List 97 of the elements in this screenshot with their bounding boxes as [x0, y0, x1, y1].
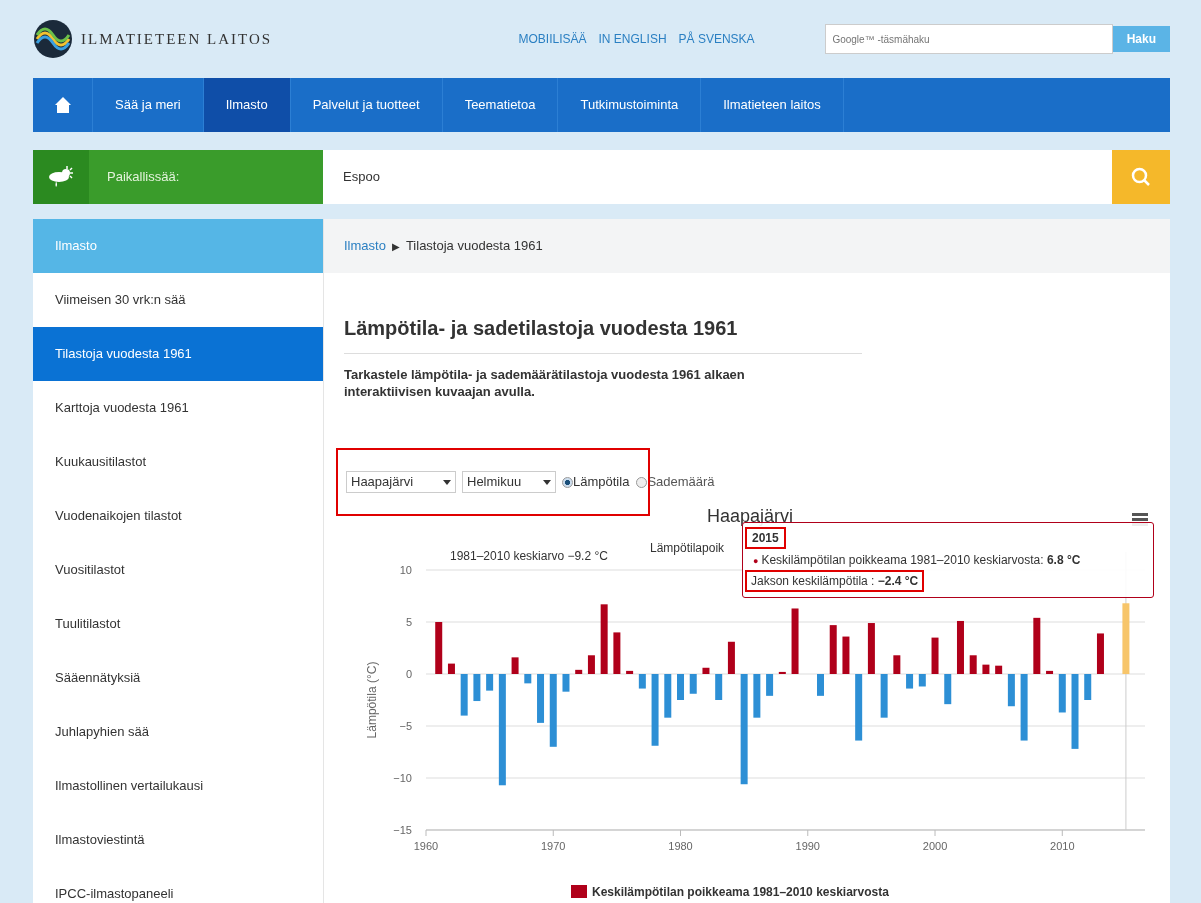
bar[interactable] — [435, 622, 443, 674]
axis-title: Lämpötila (°C) — [365, 661, 379, 739]
bar[interactable] — [473, 674, 481, 702]
bar[interactable] — [638, 674, 646, 689]
breadcrumb-current: Tilastoja vuodesta 1961 — [405, 237, 543, 256]
bar[interactable] — [613, 632, 621, 674]
weather-icon — [47, 165, 75, 189]
bar[interactable] — [931, 637, 939, 674]
bar[interactable] — [537, 674, 545, 723]
sidebar-item[interactable]: IPCC-ilmastopaneeli — [33, 867, 323, 903]
bar[interactable] — [766, 674, 774, 696]
bar[interactable] — [1046, 670, 1054, 674]
chart-subtitle: Lämpötilapoik — [650, 541, 725, 555]
local-weather-label: Paikallissää: — [89, 150, 323, 204]
bar[interactable] — [587, 655, 595, 674]
language-link[interactable]: PÅ SVENSKA — [678, 32, 755, 47]
bar[interactable] — [626, 670, 634, 674]
axis-tick-label: 10 — [399, 564, 412, 576]
bar[interactable] — [867, 623, 875, 674]
home-icon — [53, 96, 72, 114]
nav-tab[interactable]: Teematietoa — [442, 78, 559, 132]
tooltip-series-line: ● Keskilämpötilan poikkeama 1981–2010 keskiarvosta: 6.8 °C — [752, 552, 1082, 569]
bar[interactable] — [842, 636, 850, 674]
sidebar-item[interactable]: Kuukausitilastot — [33, 435, 323, 489]
caret-icon — [543, 479, 551, 485]
bar[interactable] — [1096, 633, 1104, 674]
bar[interactable] — [944, 674, 952, 705]
bar[interactable] — [906, 674, 914, 689]
bar[interactable] — [982, 664, 990, 674]
sidebar-item[interactable]: Juhlapyhien sää — [33, 705, 323, 759]
average-label: 1981–2010 keskiarvo −9.2 °C — [450, 549, 608, 563]
bar[interactable] — [715, 674, 723, 700]
tooltip-title: 2015 — [747, 529, 784, 547]
bar[interactable] — [1007, 674, 1015, 707]
caret-icon — [443, 479, 451, 485]
bar[interactable] — [702, 667, 710, 674]
sidebar-item[interactable]: Sääennätyksiä — [33, 651, 323, 705]
axis-tick-label: 1970 — [541, 840, 566, 852]
bar[interactable] — [1033, 617, 1041, 674]
tooltip-period-line: Jakson keskilämpötila : −2.4 °C — [747, 572, 923, 590]
bar[interactable] — [575, 669, 583, 674]
breadcrumb-separator: ▶ — [391, 239, 400, 254]
sidebar-item[interactable]: Tilastoja vuodesta 1961 — [33, 327, 323, 381]
sidebar-item[interactable]: Vuositilastot — [33, 543, 323, 597]
chart-title: Haapajärvi — [707, 506, 793, 526]
axis-tick-label: 1990 — [795, 840, 820, 852]
bar[interactable] — [498, 674, 506, 786]
bar[interactable] — [791, 608, 799, 674]
axis-tick-label: −5 — [399, 720, 412, 732]
legend-item[interactable]: Keskilämpötilan poikkeama 1981–2010 keskiarvosta — [571, 885, 889, 899]
sidebar-item[interactable]: Karttoja vuodesta 1961 — [33, 381, 323, 435]
axis-tick-label: 1980 — [668, 840, 693, 852]
location-field[interactable]: Espoo — [323, 150, 1112, 204]
nav-tab[interactable]: Tutkimustoiminta — [558, 78, 702, 132]
nav-tab[interactable]: Palvelut ja tuotteet — [290, 78, 443, 132]
search-field[interactable]: Google™ -täsmähaku — [825, 24, 1113, 54]
axis-tick-label: −10 — [393, 772, 412, 784]
nav-tab[interactable]: Sää ja meri — [93, 78, 204, 132]
axis-tick-label: 2000 — [922, 840, 948, 852]
bar[interactable] — [829, 625, 837, 674]
bar[interactable] — [969, 655, 977, 674]
bar[interactable] — [511, 657, 519, 674]
breadcrumb-link[interactable]: Ilmasto — [344, 236, 386, 256]
sidebar-item[interactable]: Ilmastollinen vertailukausi — [33, 759, 323, 813]
bar[interactable] — [995, 665, 1003, 674]
bar[interactable] — [855, 674, 863, 741]
radio-option[interactable]: Sademäärä — [636, 472, 715, 492]
dropdown[interactable]: Haapajärvi — [346, 471, 456, 493]
language-link[interactable]: MOBIILISÄÄ — [518, 32, 587, 47]
dropdown[interactable]: Helmikuu — [462, 471, 556, 493]
bar[interactable] — [918, 674, 926, 687]
intro-text: Tarkastele lämpötila- ja sademäärätilastoja vuodesta 1961 alkaen interaktiivisen kuvaajan avulla. — [344, 366, 746, 400]
sidebar-item[interactable]: Tuulitilastot — [33, 597, 323, 651]
sidebar-item[interactable]: Viimeisen 30 vrk:n sää — [33, 273, 323, 327]
bar[interactable] — [893, 655, 901, 674]
bar[interactable] — [600, 604, 608, 674]
logo-icon[interactable] — [33, 19, 73, 59]
page-title: Lämpötila- ja sadetilastoja vuodesta 1961 — [344, 313, 862, 354]
radio-option[interactable]: Lämpötila — [562, 472, 630, 492]
bar[interactable] — [727, 641, 735, 674]
axis-tick-label: 0 — [405, 668, 412, 680]
axis-tick-label: 1960 — [413, 840, 439, 852]
bar[interactable] — [778, 671, 786, 674]
nav-tab[interactable]: Ilmatieteen laitos — [701, 78, 844, 132]
bar[interactable] — [1058, 674, 1066, 713]
axis-tick-label: −15 — [393, 824, 412, 836]
bar[interactable] — [486, 674, 494, 691]
sidebar-item[interactable]: Ilmastoviestintä — [33, 813, 323, 867]
search-button[interactable] — [1112, 150, 1170, 204]
axis-tick-label: 2010 — [1050, 840, 1075, 852]
nav-tab[interactable]: Ilmasto — [203, 78, 291, 132]
search-icon — [1131, 167, 1151, 187]
language-link[interactable]: IN ENGLISH — [598, 32, 667, 47]
sidebar-item[interactable]: Vuodenaikojen tilastot — [33, 489, 323, 543]
axis-tick-label: 5 — [405, 616, 412, 628]
logo-text[interactable]: ILMATIETEEN LAITOS — [81, 27, 273, 51]
bar[interactable] — [447, 663, 455, 674]
